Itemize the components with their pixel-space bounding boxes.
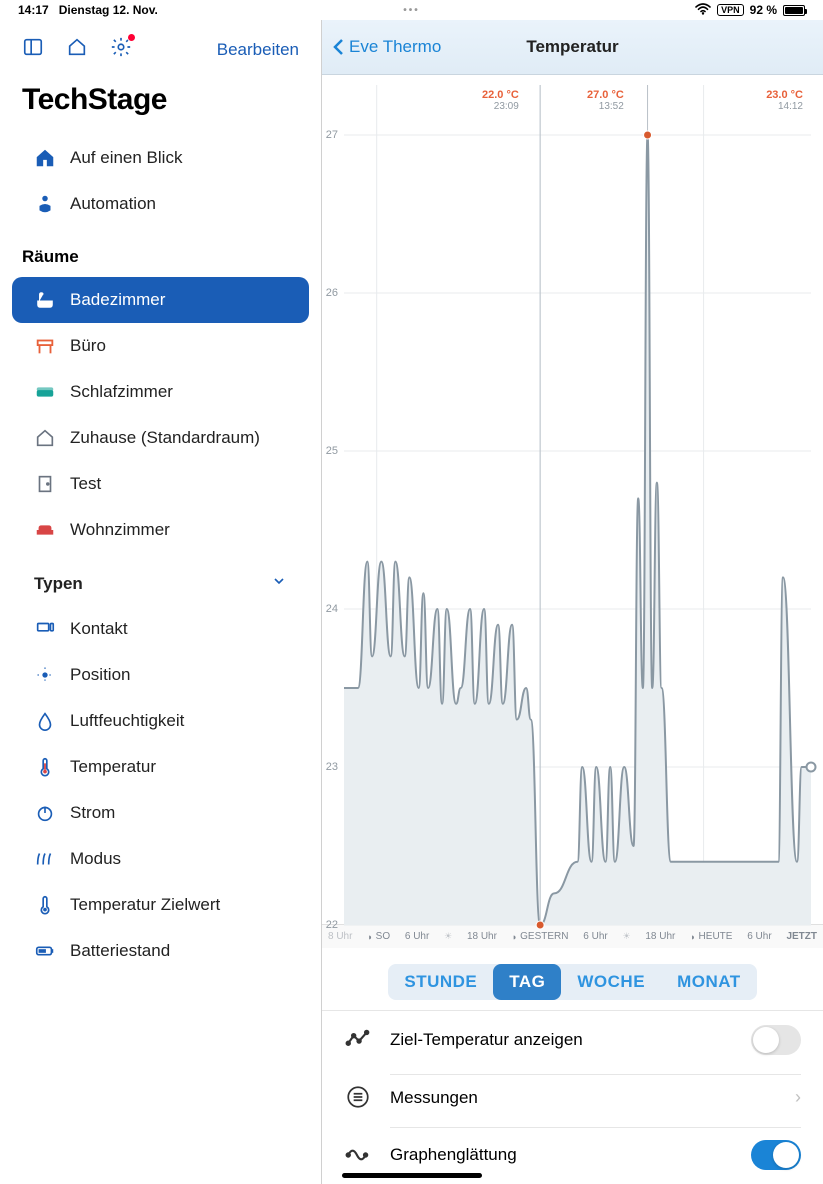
sidebar-type-batteriestand[interactable]: Batteriestand [12, 928, 309, 974]
chart-annotation-min: 22.0 °C 23:09 [482, 89, 519, 112]
house-solid-icon [34, 147, 56, 169]
topbar: Eve Thermo Temperatur [322, 20, 823, 75]
type-label: Strom [70, 803, 115, 823]
wave-icon [344, 1141, 372, 1169]
time-range-segment: STUNDE TAG WOCHE MONAT [322, 948, 823, 1010]
sidebar-type-temperatur[interactable]: Temperatur [12, 744, 309, 790]
svg-text:23: 23 [326, 761, 338, 773]
section-rooms: Räume [0, 227, 321, 277]
svg-text:25: 25 [326, 445, 338, 457]
home-icon[interactable] [66, 36, 88, 63]
type-label: Modus [70, 849, 121, 869]
sofa-icon [34, 519, 56, 541]
option-label: Graphenglättung [390, 1145, 517, 1165]
chevron-right-icon: › [795, 1087, 801, 1108]
sidebar-type-luftfeuchtigkeit[interactable]: Luftfeuchtigkeit [12, 698, 309, 744]
back-label: Eve Thermo [349, 37, 441, 57]
status-time: 14:17 [18, 3, 49, 17]
svg-text:24: 24 [326, 603, 338, 615]
svg-text:22: 22 [326, 919, 338, 931]
chart-annotation-now: 23.0 °C 14:12 [766, 89, 803, 112]
multitask-dots-icon[interactable]: ••• [403, 5, 420, 16]
mode-icon [34, 848, 56, 870]
option-measurements[interactable]: Messungen › [322, 1069, 823, 1125]
room-label: Wohnzimmer [70, 520, 170, 540]
seg-week[interactable]: WOCHE [561, 964, 661, 1000]
sidebar-type-kontakt[interactable]: Kontakt [12, 606, 309, 652]
type-label: Batteriestand [70, 941, 170, 961]
section-types-header[interactable]: Typen [12, 561, 309, 606]
sidebar-room-buero[interactable]: Büro [12, 323, 309, 369]
desk-icon [34, 335, 56, 357]
option-label: Ziel-Temperatur anzeigen [390, 1030, 583, 1050]
wifi-icon [695, 3, 711, 18]
content: Eve Thermo Temperatur 22 23 24 25 26 27 22.0 … [322, 20, 823, 1184]
contact-sensor-icon [34, 618, 56, 640]
bed-icon [34, 381, 56, 403]
sidebar-room-wohnzimmer[interactable]: Wohnzimmer [12, 507, 309, 553]
sidebar-type-strom[interactable]: Strom [12, 790, 309, 836]
sidebar-room-test[interactable]: Test [12, 461, 309, 507]
settings-icon[interactable] [110, 36, 132, 63]
sidebar-room-badezimmer[interactable]: Badezimmer [12, 277, 309, 323]
toggle-smoothing[interactable] [751, 1140, 801, 1170]
sidebar-room-schlafzimmer[interactable]: Schlafzimmer [12, 369, 309, 415]
sidebar-type-temperatur-zielwert[interactable]: Temperatur Zielwert [12, 882, 309, 928]
chart-line-icon [344, 1026, 372, 1054]
bathtub-icon [34, 289, 56, 311]
type-label: Temperatur [70, 757, 156, 777]
room-label: Test [70, 474, 101, 494]
temperature-chart[interactable]: 222324252627 22.0 °C 23:09 27.0 °C 13:52… [322, 75, 823, 924]
type-label: Temperatur Zielwert [70, 895, 220, 915]
room-label: Schlafzimmer [70, 382, 173, 402]
type-label: Position [70, 665, 130, 685]
sidebar-type-position[interactable]: Position [12, 652, 309, 698]
nav-label: Automation [70, 194, 156, 214]
rooms-toggle-icon[interactable] [22, 36, 44, 63]
nav-automation[interactable]: Automation [12, 181, 309, 227]
svg-text:27: 27 [326, 129, 338, 141]
seg-hour[interactable]: STUNDE [388, 964, 493, 1000]
door-icon [34, 473, 56, 495]
type-label: Kontakt [70, 619, 128, 639]
option-label: Messungen [390, 1088, 478, 1108]
home-indicator[interactable] [342, 1173, 482, 1178]
toggle-target-temp[interactable] [751, 1025, 801, 1055]
nav-label: Auf einen Blick [70, 148, 182, 168]
room-label: Büro [70, 336, 106, 356]
vpn-badge: VPN [717, 4, 744, 16]
position-icon [34, 664, 56, 686]
house-outline-icon [34, 427, 56, 449]
power-icon [34, 802, 56, 824]
seg-month[interactable]: MONAT [661, 964, 757, 1000]
humidity-icon [34, 710, 56, 732]
battery-level-icon [34, 940, 56, 962]
status-date: Dienstag 12. Nov. [59, 3, 158, 17]
back-button[interactable]: Eve Thermo [332, 37, 441, 57]
battery-icon [783, 5, 805, 16]
sidebar-room-zuhause[interactable]: Zuhause (Standardraum) [12, 415, 309, 461]
automation-icon [34, 193, 56, 215]
seg-day[interactable]: TAG [493, 964, 561, 1000]
thermometer-target-icon [34, 894, 56, 916]
edit-button[interactable]: Bearbeiten [217, 40, 299, 60]
battery-percent: 92 % [750, 3, 777, 17]
sidebar-type-modus[interactable]: Modus [12, 836, 309, 882]
chevron-down-icon [271, 573, 287, 594]
nav-overview[interactable]: Auf einen Blick [12, 135, 309, 181]
chart-annotation-max: 27.0 °C 13:52 [587, 89, 624, 112]
svg-text:26: 26 [326, 287, 338, 299]
option-target-temp: Ziel-Temperatur anzeigen [322, 1011, 823, 1069]
room-label: Badezimmer [70, 290, 165, 310]
thermometer-icon [34, 756, 56, 778]
status-bar: 14:17 Dienstag 12. Nov. ••• VPN 92 % [0, 0, 823, 20]
list-icon [344, 1083, 372, 1111]
sidebar: Bearbeiten TechStage Auf einen Blick Aut… [0, 20, 322, 1184]
type-label: Luftfeuchtigkeit [70, 711, 184, 731]
room-label: Zuhause (Standardraum) [70, 428, 260, 448]
app-title: TechStage [0, 71, 321, 135]
